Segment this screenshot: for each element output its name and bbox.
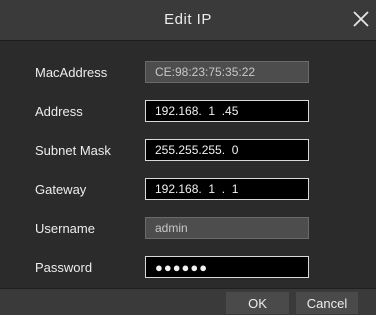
username-label: Username (35, 221, 95, 236)
mac-address-field (145, 61, 309, 83)
gateway-field[interactable] (145, 178, 309, 200)
gateway-row: Gateway (0, 178, 376, 202)
ok-button[interactable]: OK (226, 292, 289, 314)
title-bar: Edit IP (0, 0, 376, 41)
cancel-button[interactable]: Cancel (296, 292, 358, 314)
username-row: Username (0, 217, 376, 241)
gateway-label: Gateway (35, 182, 87, 197)
password-label: Password (35, 260, 93, 275)
mac-address-label: MacAddress (35, 65, 108, 80)
address-row: Address (0, 100, 376, 124)
password-field[interactable] (145, 256, 309, 278)
password-row: Password (0, 256, 376, 280)
dialog-title: Edit IP (164, 11, 212, 28)
mac-address-row: MacAddress (0, 61, 376, 85)
subnet-mask-row: Subnet Mask (0, 139, 376, 163)
subnet-mask-label: Subnet Mask (35, 143, 111, 158)
username-field (145, 217, 309, 239)
address-label: Address (35, 104, 83, 119)
dialog-footer: OK Cancel (0, 288, 376, 315)
edit-ip-dialog: Edit IP MacAddress Address Subnet Mask G… (0, 0, 376, 315)
subnet-mask-field[interactable] (145, 139, 309, 161)
close-icon[interactable] (350, 8, 372, 30)
address-field[interactable] (145, 100, 309, 122)
